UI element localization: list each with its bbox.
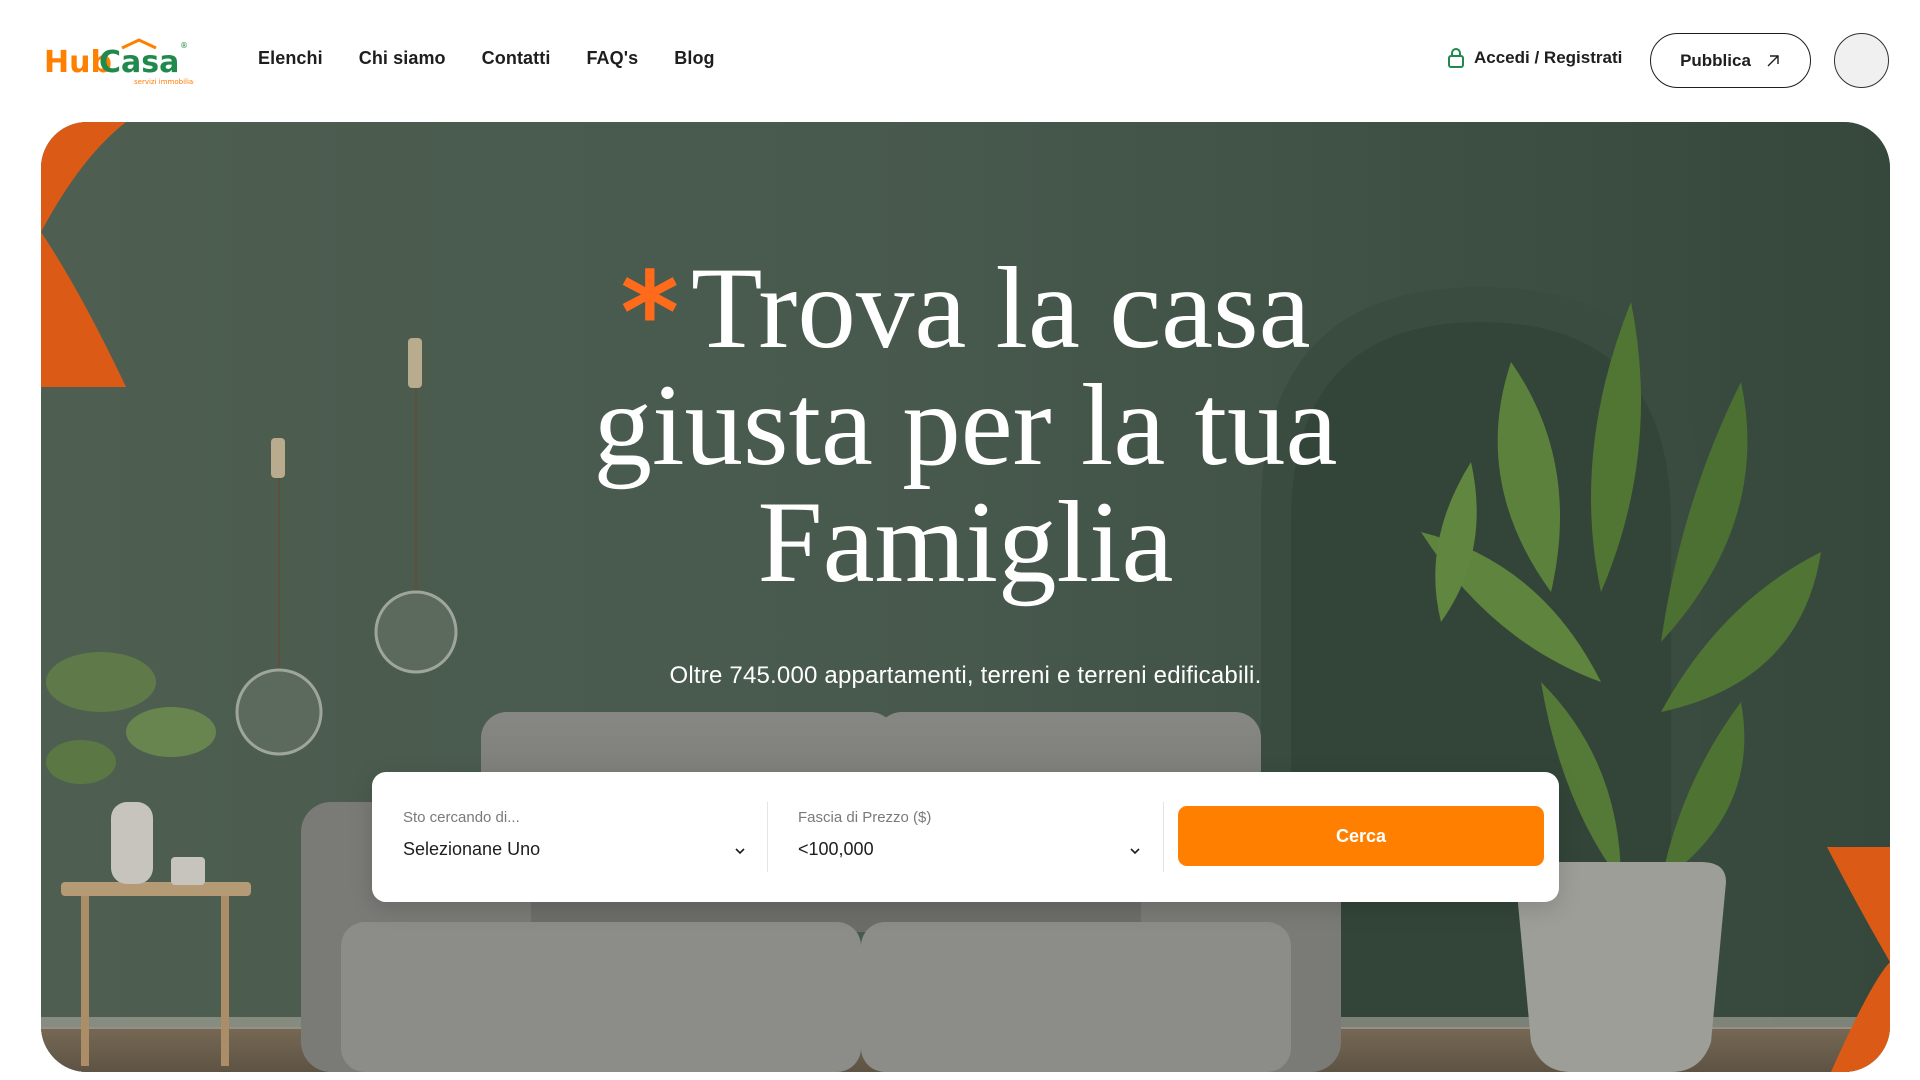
chevron-down-icon xyxy=(735,848,745,855)
price-range-value: <100,000 xyxy=(798,839,874,859)
search-button[interactable]: Cerca xyxy=(1178,806,1544,866)
lock-icon xyxy=(1448,48,1464,68)
property-type-value: Selezionane Uno xyxy=(403,839,541,859)
arrow-up-right-icon xyxy=(1767,54,1779,66)
hero-title-line-2: giusta per la tua xyxy=(593,361,1338,490)
hero-title-line-1-text: Trova la casa xyxy=(691,244,1311,373)
asterisk-icon: * xyxy=(620,249,680,379)
hero-title-line-1: * Trova la casa xyxy=(41,250,1890,373)
nav-item-chi-siamo[interactable]: Chi siamo xyxy=(359,48,446,69)
price-range-select[interactable]: Fascia di Prezzo ($) <100,000 xyxy=(798,772,1142,902)
hubcasa-logo: Hub Casa servizi immobiliari ® xyxy=(44,38,194,86)
property-type-select[interactable]: Sto cercando di... Selezionane Uno xyxy=(403,772,747,902)
publish-button[interactable]: Pubblica xyxy=(1650,33,1811,88)
svg-text:®: ® xyxy=(180,41,188,50)
hero-subtitle: Oltre 745.000 appartamenti, terreni e te… xyxy=(669,662,1262,689)
property-type-label: Sto cercando di... xyxy=(403,809,520,826)
hero-title: * Trova la casa giusta per la tua Famigli… xyxy=(41,250,1890,601)
nav-item-blog[interactable]: Blog xyxy=(674,48,714,69)
publish-label: Pubblica xyxy=(1680,50,1751,70)
svg-text:Casa: Casa xyxy=(99,45,179,80)
site-header: Hub Casa servizi immobiliari ® Elenchi C… xyxy=(0,0,1920,120)
nav-item-faqs[interactable]: FAQ's xyxy=(586,48,638,69)
field-divider xyxy=(767,802,768,872)
login-label: Accedi / Registrati xyxy=(1474,48,1623,67)
search-panel: Sto cercando di... Selezionane Uno Fasci… xyxy=(372,772,1559,902)
nav-item-contatti[interactable]: Contatti xyxy=(482,48,551,69)
price-range-label: Fascia di Prezzo ($) xyxy=(798,809,932,826)
brand-logo[interactable]: Hub Casa servizi immobiliari ® xyxy=(44,38,194,90)
field-divider xyxy=(1163,802,1164,872)
main-nav: Elenchi Chi siamo Contatti FAQ's Blog xyxy=(258,48,715,69)
user-avatar[interactable] xyxy=(1834,33,1889,88)
hero-section: * Trova la casa giusta per la tua Famigli… xyxy=(41,122,1890,1072)
nav-item-elenchi[interactable]: Elenchi xyxy=(258,48,323,69)
svg-text:servizi immobiliari: servizi immobiliari xyxy=(134,78,194,86)
chevron-down-icon xyxy=(1130,848,1140,855)
login-link[interactable]: Accedi / Registrati xyxy=(1447,47,1622,69)
hero-title-line-3: Famiglia xyxy=(757,478,1174,607)
